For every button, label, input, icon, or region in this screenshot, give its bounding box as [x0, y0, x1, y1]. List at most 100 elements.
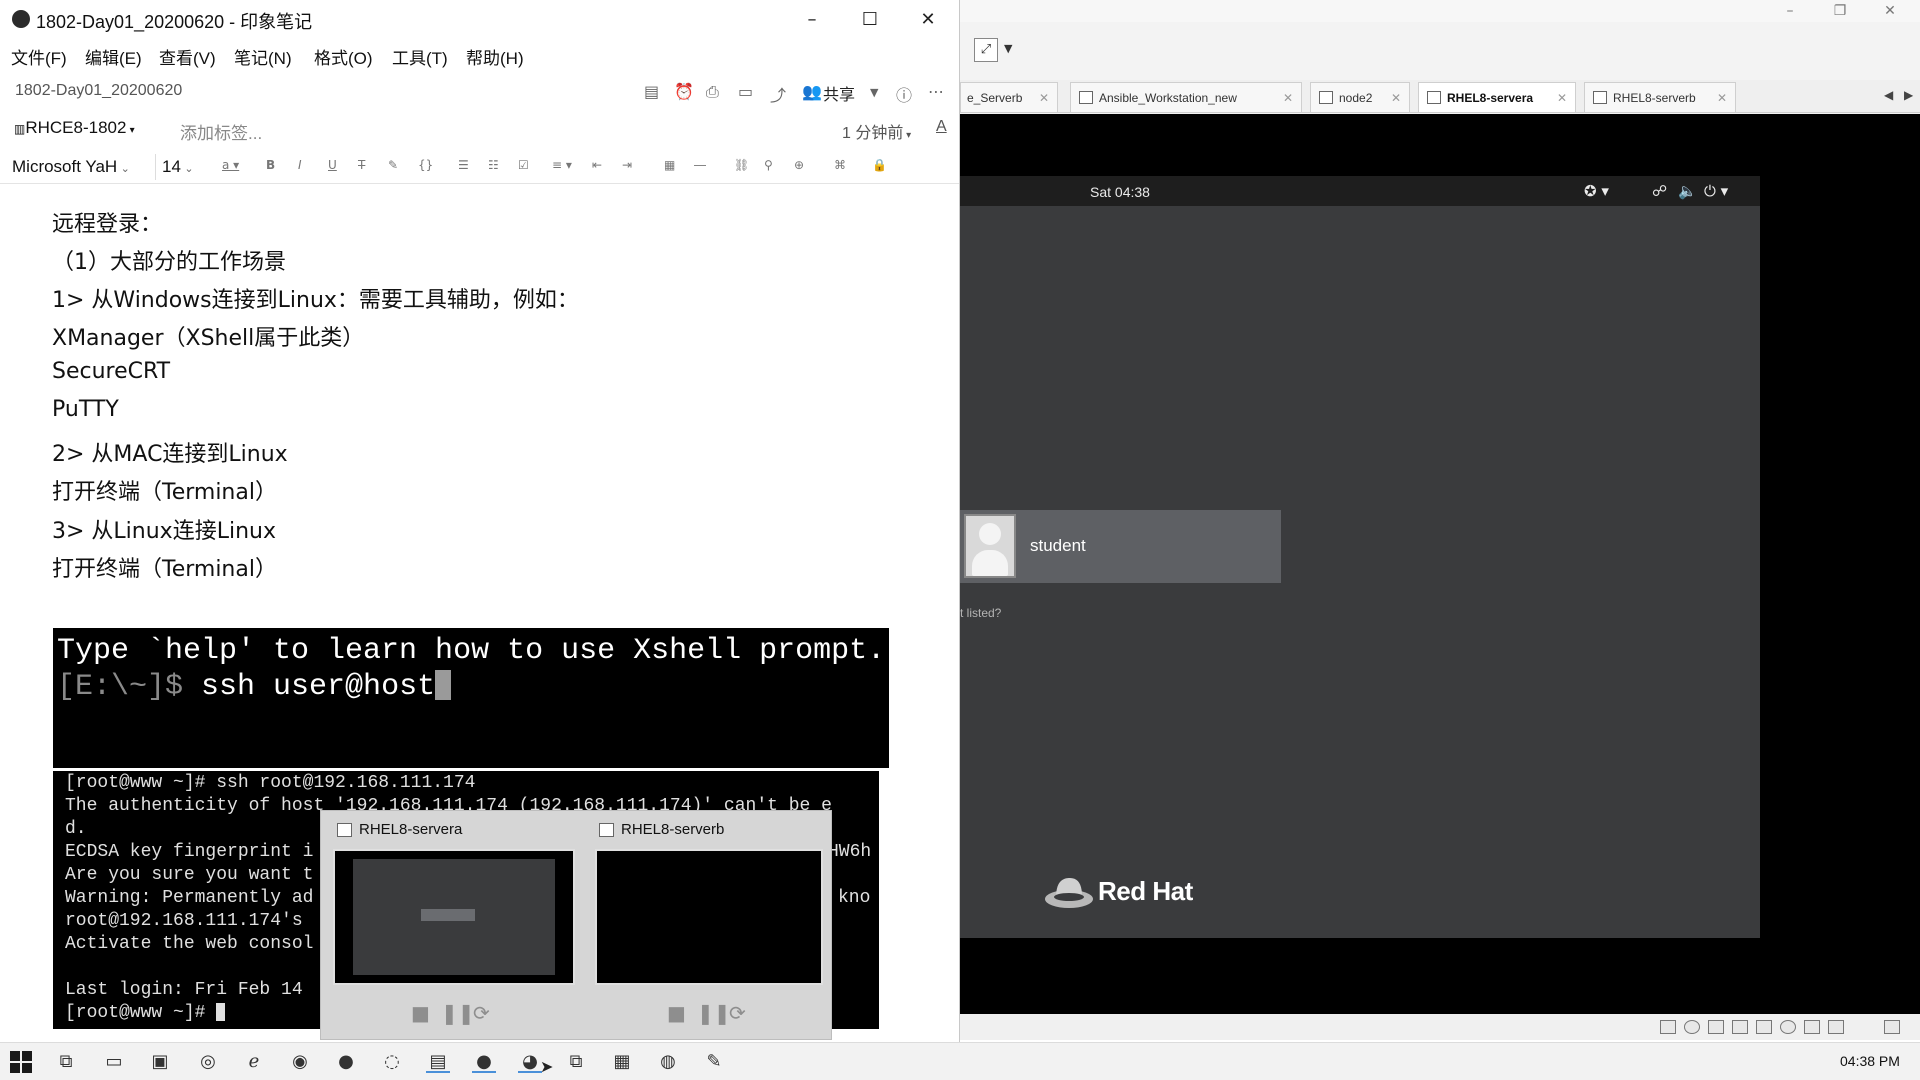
notebook-selector[interactable]: ▥RHCE8-1802 ▾: [14, 118, 135, 138]
gdm-login-screen[interactable]: Sat 04:38 ✪ ▾ ☍ 🔈 ⏻ ▾ student t listed? …: [960, 176, 1760, 938]
user-card[interactable]: student: [960, 510, 1281, 583]
fullscreen-icon[interactable]: ⤢: [974, 38, 998, 62]
power-icon[interactable]: ⏻ ▾: [1704, 182, 1728, 200]
font-color-icon[interactable]: a ▾: [222, 158, 239, 172]
close-tab-icon[interactable]: ✕: [1039, 83, 1049, 112]
menu-tools[interactable]: 工具(T): [392, 44, 448, 69]
menu-format[interactable]: 格式(O): [314, 44, 373, 69]
vm-console[interactable]: Sat 04:38 ✪ ▾ ☍ 🔈 ⏻ ▾ student t listed? …: [960, 114, 1920, 1014]
menu-help[interactable]: 帮助(H): [466, 44, 524, 69]
evernote-icon[interactable]: ●: [472, 1051, 496, 1073]
text-style-icon[interactable]: A: [936, 118, 947, 136]
file-explorer-icon[interactable]: ▭: [102, 1051, 126, 1073]
thumbnail-preview-servera[interactable]: [333, 849, 575, 985]
chevron-down-icon[interactable]: ▼: [1004, 42, 1012, 55]
italic-icon[interactable]: I: [298, 158, 302, 172]
tab-scroll-right-icon[interactable]: ▶: [1904, 88, 1913, 102]
network-icon[interactable]: ☍: [1652, 182, 1667, 200]
sound-card-icon[interactable]: [1756, 1020, 1772, 1034]
close-icon[interactable]: ✕: [906, 6, 950, 34]
minimize-icon[interactable]: –: [790, 6, 834, 34]
menu-file[interactable]: 文件(F): [11, 44, 67, 69]
close-tab-icon[interactable]: ✕: [1391, 83, 1401, 112]
align-icon[interactable]: ≡ ▾: [552, 158, 572, 172]
info-icon[interactable]: ⓘ: [896, 82, 912, 106]
note-info-page-icon[interactable]: ▤: [644, 82, 659, 101]
browser-icon[interactable]: ●: [334, 1051, 358, 1073]
edit-time[interactable]: 1 分钟前 ▾: [842, 119, 911, 143]
close-tab-icon[interactable]: ✕: [1557, 83, 1567, 112]
close-tab-icon[interactable]: ✕: [1717, 83, 1727, 112]
display-icon[interactable]: [1828, 1020, 1844, 1034]
usb-icon[interactable]: [1804, 1020, 1820, 1034]
minimize-icon[interactable]: –: [1770, 2, 1810, 20]
app-icon[interactable]: ◌: [380, 1051, 404, 1073]
taskbar-clock[interactable]: 04:38 PM: [1840, 1053, 1900, 1069]
message-log-icon[interactable]: [1884, 1020, 1900, 1034]
attachment-icon[interactable]: ⊕: [794, 158, 804, 172]
not-listed-link[interactable]: t listed?: [960, 606, 1001, 620]
store-icon[interactable]: ▣: [148, 1051, 172, 1073]
menu-note[interactable]: 笔记(N): [234, 44, 292, 69]
close-icon[interactable]: ✕: [1870, 2, 1910, 20]
add-tag-input[interactable]: 添加标签...: [180, 119, 262, 144]
restart-icon[interactable]: ⟳: [729, 1001, 746, 1025]
task-view-icon[interactable]: ⧉: [54, 1051, 78, 1073]
camera-icon[interactable]: [1780, 1020, 1796, 1034]
highlight-icon[interactable]: ✎: [388, 158, 398, 172]
start-button[interactable]: [10, 1051, 32, 1073]
restart-icon[interactable]: ⟳: [473, 1001, 490, 1025]
outdent-icon[interactable]: ⇤: [592, 158, 602, 172]
font-family-select[interactable]: Microsoft YaH ⌄: [8, 154, 156, 180]
thumbnail-title-serverb[interactable]: RHEL8-serverb: [595, 821, 724, 838]
reminder-icon[interactable]: ⏰: [674, 82, 694, 101]
thumbnail-title-servera[interactable]: RHEL8-servera: [333, 821, 462, 838]
maximize-icon[interactable]: ☐: [848, 6, 892, 34]
location-icon[interactable]: ⚲: [764, 158, 773, 172]
close-tab-icon[interactable]: ✕: [1283, 83, 1293, 112]
tab-rhel8-serverb[interactable]: RHEL8-serverb ✕: [1584, 82, 1736, 112]
cd-rom-icon[interactable]: [1684, 1020, 1700, 1034]
tab-e-serverb[interactable]: e_Serverb ✕: [960, 82, 1058, 112]
clear-format-icon[interactable]: ⌘: [834, 158, 846, 172]
xshell-icon[interactable]: ▤: [426, 1051, 450, 1073]
restore-icon[interactable]: ❐: [1820, 2, 1860, 20]
print-icon[interactable]: ⎙: [706, 82, 719, 102]
printer-icon[interactable]: [1732, 1020, 1748, 1034]
bullet-list-icon[interactable]: ☰: [458, 158, 469, 172]
share-button[interactable]: 共享: [823, 81, 855, 105]
menu-edit[interactable]: 编辑(E): [85, 44, 142, 69]
app-icon[interactable]: ◎: [196, 1051, 220, 1073]
edge-icon[interactable]: ℯ: [242, 1051, 266, 1073]
link-icon[interactable]: ⛓: [734, 158, 749, 172]
tab-ansible-workstation[interactable]: Ansible_Workstation_new ✕: [1070, 82, 1302, 112]
globe-icon[interactable]: ◍: [656, 1051, 680, 1073]
chat-app-icon[interactable]: ◉: [288, 1051, 312, 1073]
tab-rhel8-servera[interactable]: RHEL8-servera ✕: [1418, 82, 1576, 112]
pause-icon[interactable]: ❚❚: [441, 1001, 475, 1025]
chevron-down-icon[interactable]: ▼: [870, 86, 878, 99]
notes-app-icon[interactable]: ✎: [702, 1051, 726, 1073]
stop-icon[interactable]: ■: [667, 1001, 686, 1025]
vmware-icon[interactable]: ◕: [518, 1051, 542, 1073]
hard-disk-icon[interactable]: [1660, 1020, 1676, 1034]
present-icon[interactable]: ▭: [738, 82, 753, 101]
strikethrough-icon[interactable]: T: [358, 158, 365, 172]
underline-icon[interactable]: U: [328, 158, 337, 172]
menu-view[interactable]: 查看(V): [159, 44, 216, 69]
numbered-list-icon[interactable]: ☷: [488, 158, 499, 172]
table-icon[interactable]: ▦: [664, 158, 675, 172]
font-size-select[interactable]: 14 ⌄: [162, 154, 208, 180]
network-adapter-icon[interactable]: [1708, 1020, 1724, 1034]
pause-icon[interactable]: ❚❚: [697, 1001, 731, 1025]
bold-icon[interactable]: B: [266, 158, 275, 172]
encrypt-icon[interactable]: 🔒: [872, 158, 887, 172]
photos-icon[interactable]: ▦: [610, 1051, 634, 1073]
volume-icon[interactable]: 🔈: [1678, 182, 1697, 200]
more-icon[interactable]: ⋯: [928, 82, 944, 101]
thumbnail-preview-serverb[interactable]: [595, 849, 823, 985]
tab-node2[interactable]: node2 ✕: [1310, 82, 1410, 112]
share-icon[interactable]: ⤴: [770, 82, 786, 106]
accessibility-icon[interactable]: ✪ ▾: [1584, 182, 1609, 200]
horizontal-rule-icon[interactable]: ―: [694, 158, 706, 172]
